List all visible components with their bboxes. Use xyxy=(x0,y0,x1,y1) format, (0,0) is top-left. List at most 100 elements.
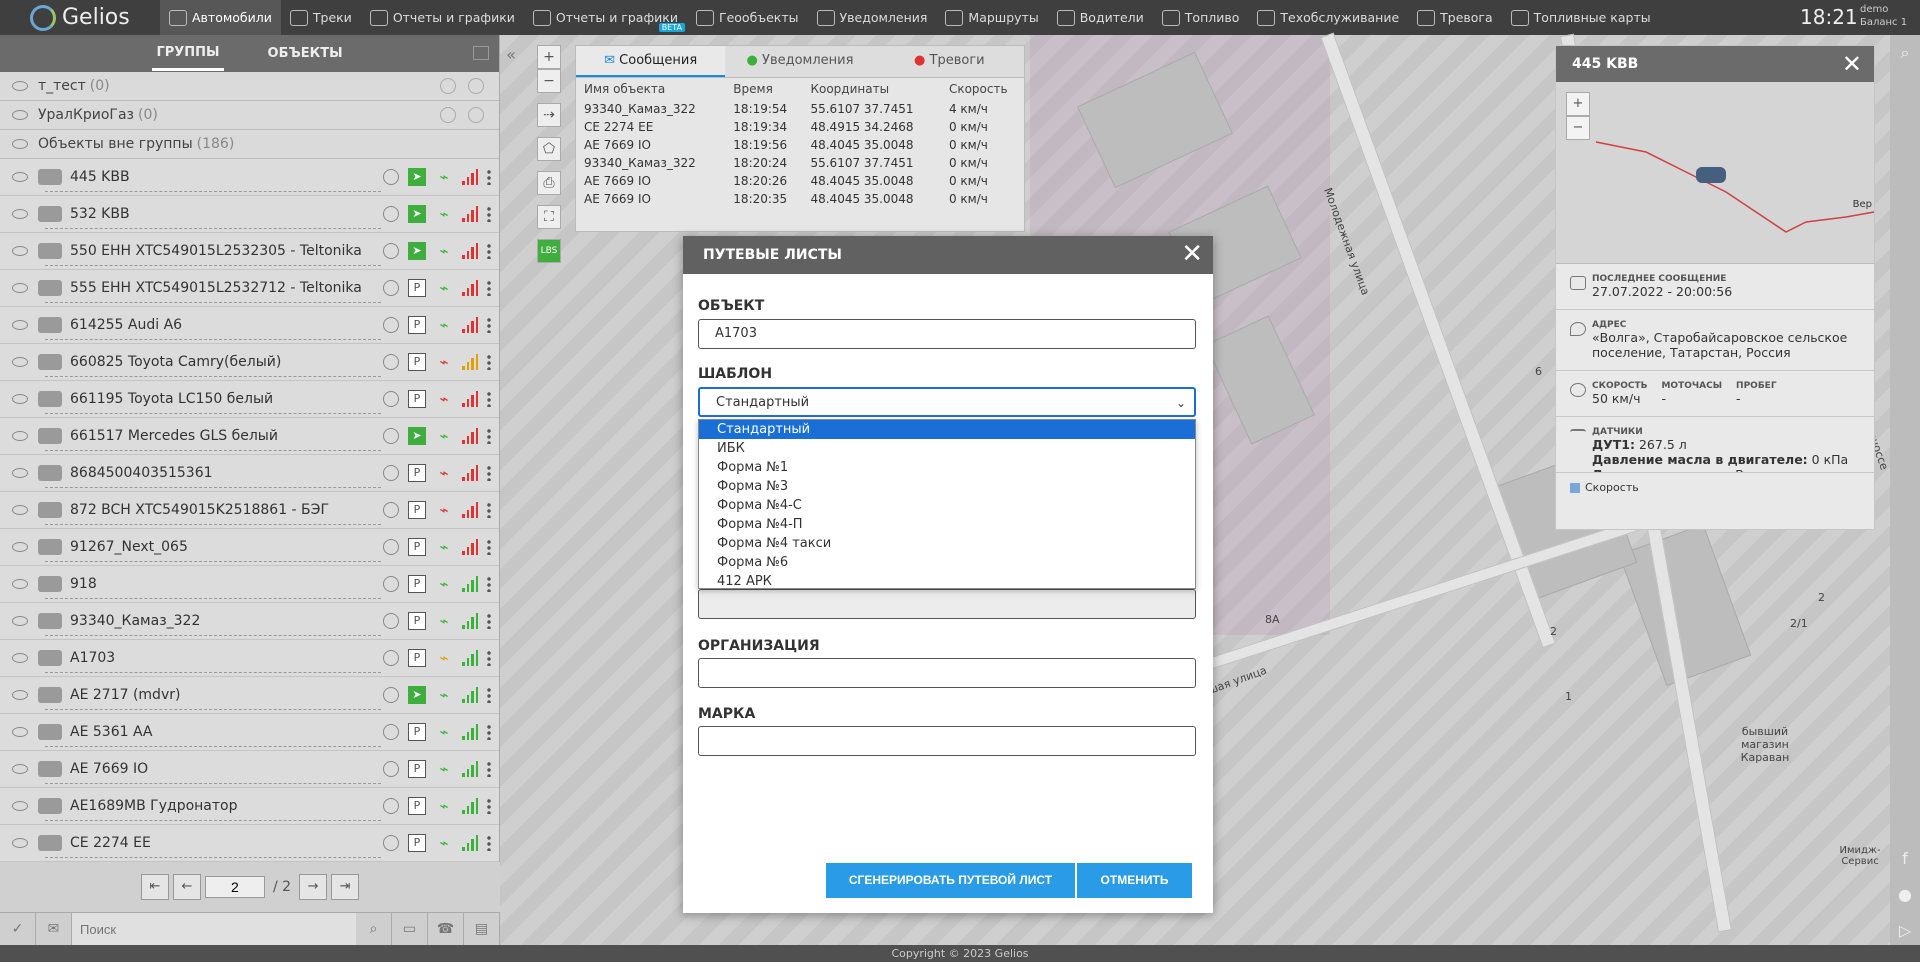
object-row[interactable]: 660825 Toyota Camry(белый) P ⌁ xyxy=(0,344,499,381)
template-option[interactable]: ИБК xyxy=(699,439,1195,458)
more-menu-icon[interactable] xyxy=(487,169,491,185)
object-row[interactable]: AE 5361 AA P ⌁ xyxy=(0,714,499,751)
nav-item-3[interactable]: Отчеты и графики BETA xyxy=(524,0,687,35)
polygon-icon[interactable]: ⬠ xyxy=(537,137,561,161)
eye-icon[interactable] xyxy=(12,139,28,149)
table-row[interactable]: 93340_Камаз_322 18:19:54 55.6107 37.7451 4 … xyxy=(576,100,1024,118)
nav-item-2[interactable]: Отчеты и графики xyxy=(361,0,524,35)
locate-icon[interactable] xyxy=(383,428,399,444)
eye-icon[interactable] xyxy=(12,468,28,478)
more-menu-icon[interactable] xyxy=(487,539,491,555)
object-row[interactable]: 614255 Audi A6 P ⌁ xyxy=(0,307,499,344)
close-icon[interactable]: ✕ xyxy=(1181,236,1203,272)
eye-icon[interactable] xyxy=(12,505,28,515)
object-row[interactable]: 532 KBB ➤ ⌁ xyxy=(0,196,499,233)
cards-icon[interactable]: ▤ xyxy=(464,912,500,946)
table-row[interactable]: 93340_Камаз_322 18:20:24 55.6107 37.7451 0 … xyxy=(576,154,1024,172)
message-filter-icon[interactable]: ✉ xyxy=(36,912,72,946)
search-icon[interactable]: ⌕ xyxy=(356,912,392,946)
phone-icon[interactable]: ☎ xyxy=(428,912,464,946)
locate-icon[interactable] xyxy=(383,391,399,407)
brand-logo[interactable]: Gelios xyxy=(30,0,130,35)
object-row[interactable]: 550 EHH XTC549015L2532305 - Teltonika ➤ ⌁ xyxy=(0,233,499,270)
locate-icon[interactable] xyxy=(383,761,399,777)
eye-icon[interactable] xyxy=(12,172,28,182)
brand-field[interactable] xyxy=(698,726,1196,756)
collapse-panel-icon[interactable]: « xyxy=(500,45,522,75)
nav-item-5[interactable]: Уведомления xyxy=(808,0,937,35)
template-option[interactable]: Форма №6 xyxy=(699,553,1195,572)
object-row[interactable]: 918 P ⌁ xyxy=(0,566,499,603)
eye-icon[interactable] xyxy=(12,431,28,441)
more-menu-icon[interactable] xyxy=(487,391,491,407)
template-option[interactable]: Форма №1 xyxy=(699,458,1195,477)
locate-icon[interactable] xyxy=(383,280,399,296)
locate-icon[interactable] xyxy=(383,798,399,814)
page-input[interactable] xyxy=(204,876,265,898)
object-row[interactable]: 555 EHH XTC549015L2532712 - Teltonika P ⌁ xyxy=(0,270,499,307)
locate-icon[interactable] xyxy=(383,169,399,185)
locate-icon[interactable] xyxy=(383,835,399,851)
object-row[interactable]: AE1689MB Гудронатор P ⌁ xyxy=(0,788,499,825)
locate-icon[interactable] xyxy=(383,206,399,222)
more-menu-icon[interactable] xyxy=(487,613,491,629)
template-option[interactable]: Форма №4 такси xyxy=(699,534,1195,553)
first-page-button[interactable]: ⇤ xyxy=(140,874,169,900)
nav-item-1[interactable]: Треки xyxy=(281,0,361,35)
nav-item-9[interactable]: Техобслуживание xyxy=(1248,0,1408,35)
trash-icon[interactable] xyxy=(468,107,484,123)
object-field[interactable]: A1703 xyxy=(698,319,1196,349)
eye-icon[interactable] xyxy=(12,838,28,848)
cancel-button[interactable]: ОТМЕНИТЬ xyxy=(1077,863,1192,898)
more-menu-icon[interactable] xyxy=(487,724,491,740)
more-menu-icon[interactable] xyxy=(487,243,491,259)
more-menu-icon[interactable] xyxy=(487,502,491,518)
gear-icon[interactable] xyxy=(440,107,456,123)
nav-item-4[interactable]: Геообъекты xyxy=(687,0,808,35)
locate-icon[interactable] xyxy=(383,502,399,518)
more-menu-icon[interactable] xyxy=(487,835,491,851)
truck-filter-icon[interactable]: ▭ xyxy=(392,912,428,946)
more-menu-icon[interactable] xyxy=(487,687,491,703)
close-icon[interactable]: ✕ xyxy=(1842,46,1862,82)
group-row[interactable]: Объекты вне группы (186) xyxy=(0,130,499,159)
locate-icon[interactable] xyxy=(383,687,399,703)
template-option[interactable]: Стандартный xyxy=(699,420,1195,439)
apple-icon[interactable]: ● xyxy=(1890,877,1920,913)
object-row[interactable]: 661195 Toyota LC150 белый P ⌁ xyxy=(0,381,499,418)
nav-item-8[interactable]: Топливо xyxy=(1153,0,1249,35)
print-icon[interactable]: ⎙ xyxy=(537,171,561,195)
eye-icon[interactable] xyxy=(12,690,28,700)
tab-alarms[interactable]: ● Тревоги xyxy=(875,46,1024,77)
table-row[interactable]: AE 7669 IO 18:19:56 48.4045 35.0048 0 км/ч xyxy=(576,136,1024,154)
more-menu-icon[interactable] xyxy=(487,576,491,592)
group-row[interactable]: т_тест (0) xyxy=(0,72,499,101)
template-option[interactable]: 412 АРК xyxy=(699,572,1195,591)
locate-icon[interactable] xyxy=(383,613,399,629)
locate-icon[interactable] xyxy=(383,576,399,592)
eye-icon[interactable] xyxy=(12,283,28,293)
nav-item-10[interactable]: Тревога xyxy=(1408,0,1502,35)
template-option[interactable]: Форма №4-П xyxy=(699,515,1195,534)
eye-icon[interactable] xyxy=(12,616,28,626)
disabled-field[interactable] xyxy=(698,589,1196,619)
nav-item-0[interactable]: Автомобили xyxy=(160,0,281,35)
more-menu-icon[interactable] xyxy=(487,761,491,777)
search-icon[interactable]: ⌕ xyxy=(1890,35,1920,71)
eye-icon[interactable] xyxy=(12,579,28,589)
eye-icon[interactable] xyxy=(12,320,28,330)
vehicle-marker-icon[interactable] xyxy=(1696,167,1726,183)
generate-waybill-button[interactable]: СГЕНЕРИРОВАТЬ ПУТЕВОЙ ЛИСТ xyxy=(826,863,1075,898)
eye-icon[interactable] xyxy=(12,727,28,737)
more-menu-icon[interactable] xyxy=(487,354,491,370)
locate-icon[interactable] xyxy=(383,354,399,370)
layer-toggle-icon[interactable]: LBS xyxy=(537,239,561,263)
more-menu-icon[interactable] xyxy=(487,280,491,296)
eye-icon[interactable] xyxy=(12,653,28,663)
fullscreen-icon[interactable]: ⛶ xyxy=(537,205,561,229)
eye-icon[interactable] xyxy=(12,801,28,811)
object-row[interactable]: A1703 P ⌁ xyxy=(0,640,499,677)
zoom-in-button[interactable]: + xyxy=(537,45,561,69)
search-input[interactable] xyxy=(72,912,356,946)
object-row[interactable]: 8684500403515361 P ⌁ xyxy=(0,455,499,492)
